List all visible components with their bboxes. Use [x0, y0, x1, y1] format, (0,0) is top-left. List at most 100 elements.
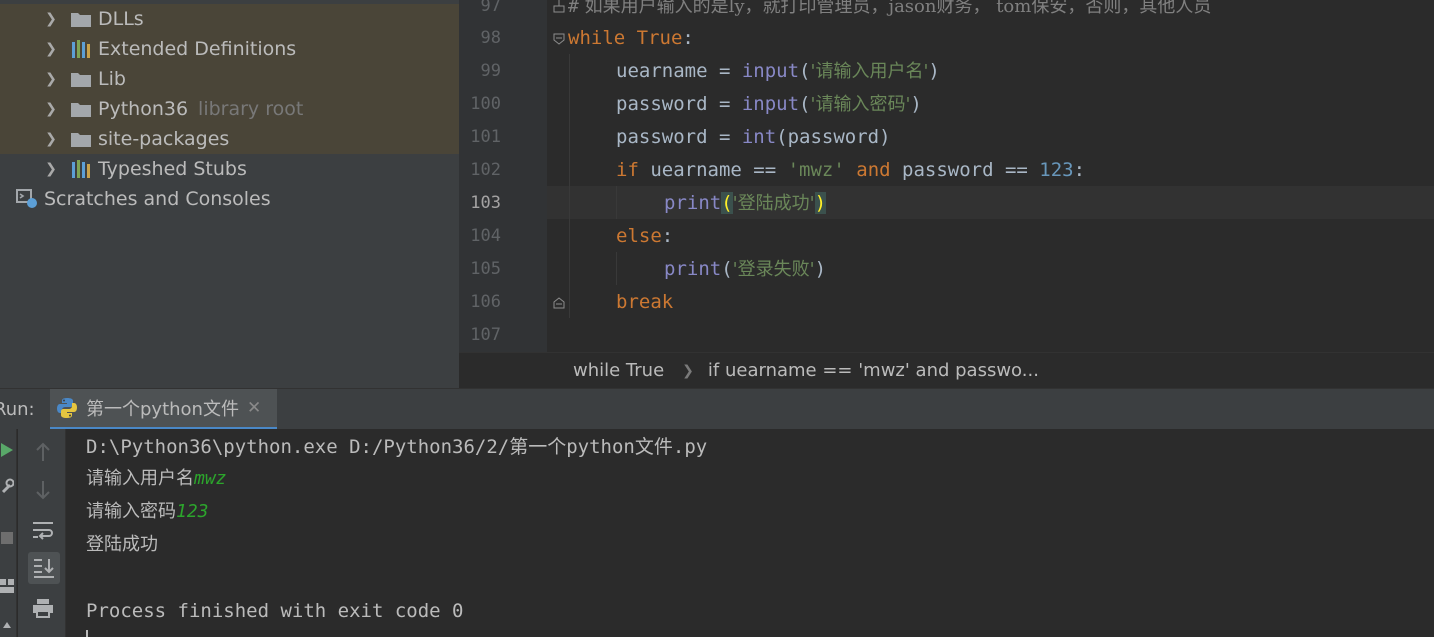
tree-item-label: Typeshed Stubs [98, 158, 247, 180]
fold-marker-icon[interactable] [552, 0, 566, 14]
string-literal: '登录失败' [732, 259, 815, 280]
prompt-username: 请输入用户名 [86, 468, 194, 489]
breadcrumb: while True ❯ if uearname == 'mwz' and pa… [459, 352, 1434, 388]
stop-icon[interactable] [0, 527, 14, 549]
scratches-icon [16, 189, 38, 208]
line-number: 104 [470, 226, 501, 246]
python-icon [57, 398, 77, 418]
arrow-down-icon[interactable] [30, 477, 56, 503]
builtin-input: input [741, 60, 800, 82]
run-tab[interactable]: 第一个python文件 ✕ [50, 389, 278, 430]
code-line-97: # 如果用户输入的是ly，就打印管理员，jason财务， tom保安，否则，其他… [568, 0, 1211, 23]
tree-item-python36[interactable]: ❯ Python36 library root [0, 94, 459, 124]
paren-open: ( [721, 258, 733, 280]
run-tool-window-header: Run: 第一个python文件 ✕ [0, 388, 1434, 430]
rerun-icon[interactable] [0, 439, 14, 461]
call-args: (password) [776, 126, 891, 148]
paren-close: ) [928, 60, 940, 82]
line-number: 102 [470, 160, 501, 180]
constant-true: True [636, 27, 683, 49]
paren-open: ( [799, 60, 811, 82]
paren-close: ) [814, 258, 827, 280]
soft-wrap-icon[interactable] [30, 517, 56, 543]
chevron-right-icon[interactable]: ❯ [44, 41, 58, 57]
line-number: 107 [470, 325, 501, 345]
string-literal: '请输入用户名' [810, 61, 929, 82]
variable: uearname [616, 60, 708, 82]
code-line-102: if uearname == 'mwz' and password == 123… [616, 154, 1085, 187]
console-toolbar [18, 429, 66, 637]
arrow-up-icon[interactable] [30, 439, 56, 465]
chevron-right-icon[interactable]: ❯ [44, 71, 58, 87]
library-root-hint: library root [198, 98, 304, 120]
code-line-99: uearname = input('请输入用户名') [616, 55, 940, 88]
string-literal: '请输入密码' [810, 94, 911, 115]
chevron-right-icon[interactable]: ❯ [44, 101, 58, 117]
command-text: D:\Python36\python.exe D:/Python36/2/第一个… [86, 436, 708, 458]
trash-icon[interactable] [30, 629, 56, 637]
user-input-password: 123 [176, 501, 209, 522]
exit-message: Process finished with exit code 0 [86, 600, 464, 622]
folder-icon [70, 70, 92, 88]
line-number-current: 103 [470, 193, 501, 213]
code-line-104: else: [616, 220, 673, 253]
code-line-103: print('登陆成功') [664, 187, 827, 220]
layout-icon[interactable] [0, 575, 14, 597]
chevron-right-icon[interactable]: ❯ [44, 131, 58, 147]
keyword-while: while [568, 27, 626, 49]
breadcrumb-item-while[interactable]: while True [573, 360, 664, 381]
fold-marker-icon[interactable] [552, 296, 566, 310]
tree-item-dlls[interactable]: ❯ DLLs [0, 4, 459, 34]
user-input-username: mwz [194, 468, 227, 489]
matched-paren-close: ) [814, 192, 827, 214]
console-exit-line: Process finished with exit code 0 [86, 595, 464, 627]
number-literal: 123 [1039, 159, 1074, 181]
console-command-line: D:\Python36\python.exe D:/Python36/2/第一个… [86, 431, 707, 463]
matched-paren-open: ( [721, 192, 733, 214]
tree-item-label: DLLs [98, 8, 144, 30]
comment-text: 如果用户输入的是ly，就打印管理员，jason财务， tom保安，否则，其他人员 [578, 0, 1212, 17]
chevron-right-icon[interactable]: ❯ [44, 11, 58, 27]
tree-item-label: site-packages [98, 128, 230, 150]
keyword-break: break [616, 291, 674, 313]
fold-marker-icon[interactable] [552, 32, 566, 46]
prompt-password: 请输入密码 [86, 501, 176, 522]
run-console-output[interactable]: D:\Python36\python.exe D:/Python36/2/第一个… [66, 429, 1434, 637]
expr: uearname == [638, 159, 788, 181]
tree-item-typeshed-stubs[interactable]: ❯ Typeshed Stubs [0, 154, 459, 184]
tree-item-label: Extended Definitions [98, 38, 297, 60]
print-icon[interactable] [30, 595, 56, 621]
scroll-to-end-icon[interactable] [28, 552, 60, 584]
code-line-98: while True: [568, 22, 694, 55]
folder-icon [70, 10, 92, 28]
colon: : [1073, 159, 1086, 181]
tree-item-site-packages[interactable]: ❯ site-packages [0, 124, 459, 154]
wrench-icon[interactable] [0, 475, 14, 497]
code-line-100: password = input('请输入密码') [616, 88, 922, 121]
indent-guide [616, 186, 617, 219]
comment-hash: # [568, 0, 579, 17]
tree-item-scratches-and-consoles[interactable]: Scratches and Consoles [0, 184, 459, 214]
line-number: 105 [470, 259, 501, 279]
expr: password == [890, 159, 1040, 181]
chevron-right-icon[interactable]: ❯ [44, 161, 58, 177]
builtin-input: input [741, 93, 800, 115]
tree-item-lib[interactable]: ❯ Lib [0, 64, 459, 94]
code-editor[interactable]: 97 98 99 100 101 102 103 104 105 106 107… [459, 0, 1434, 352]
run-left-toolbar [0, 429, 17, 637]
indent-guide [569, 54, 570, 318]
colon: : [682, 27, 694, 49]
folder-icon [70, 100, 92, 118]
project-tree-panel: ❯ DLLs ❯ Extended Definitions ❯ Lib ❯ Py… [0, 0, 459, 388]
breadcrumb-item-if[interactable]: if uearname == 'mwz' and passwo... [708, 360, 1039, 381]
pin-icon[interactable] [0, 617, 14, 637]
builtin-int: int [741, 126, 777, 148]
console-output-line: 请输入用户名mwz [86, 463, 227, 495]
line-number: 98 [480, 28, 501, 48]
operator: = [707, 126, 742, 148]
tree-item-extended-definitions[interactable]: ❯ Extended Definitions [0, 34, 459, 64]
close-icon[interactable]: ✕ [247, 398, 261, 418]
code-line-106: break [616, 286, 673, 319]
tree-item-label: Lib [98, 68, 126, 90]
line-number: 101 [470, 127, 501, 147]
